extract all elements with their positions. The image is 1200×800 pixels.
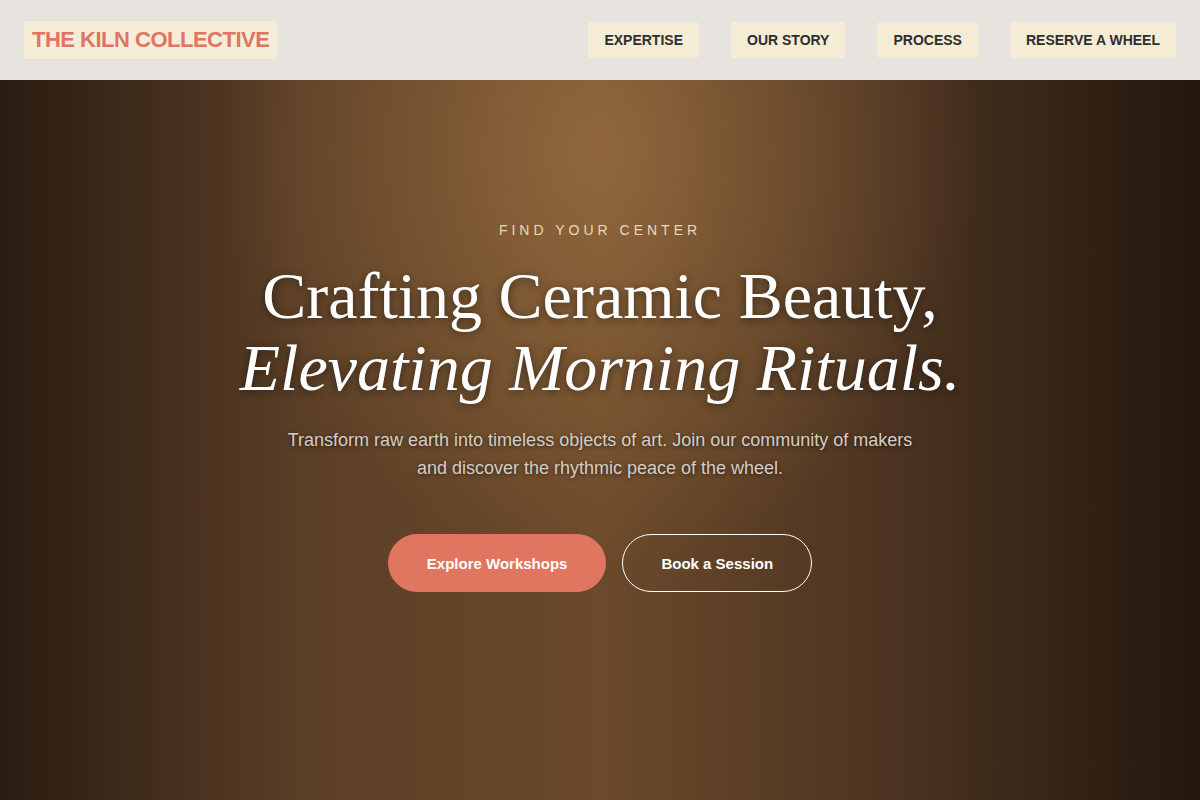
brand-logo[interactable]: THE KILN COLLECTIVE [24,21,277,59]
hero-eyebrow: FIND YOUR CENTER [499,222,701,238]
page: THE KILN COLLECTIVE EXPERTISE OUR STORY PRO… [0,0,1200,800]
nav-button[interactable]: OUR STORY [731,22,845,58]
header: THE KILN COLLECTIVE EXPERTISE OUR STORY PRO… [0,0,1200,80]
hero-subtitle: Transform raw earth into timeless object… [280,426,920,482]
nav-button[interactable]: RESERVE A WHEEL [1010,22,1176,58]
nav-button[interactable]: PROCESS [877,22,977,58]
hero-photo: FIND YOUR CENTER Crafting Ceramic Beauty,… [0,80,1200,800]
outline-button[interactable]: Book a Session [622,534,812,592]
title-line: Crafting Ceramic Beauty, [240,260,960,332]
hero-title: Crafting Ceramic Beauty,Elevating Mornin… [240,260,960,404]
hero-actions: Explore Workshops Book a Session [388,534,812,592]
title-line: Elevating Morning Rituals. [240,332,960,404]
primary-button[interactable]: Explore Workshops [388,534,607,592]
nav: EXPERTISE OUR STORY PROCESS RESERVE A WHEEL [588,22,1176,58]
nav-button[interactable]: EXPERTISE [588,22,699,58]
